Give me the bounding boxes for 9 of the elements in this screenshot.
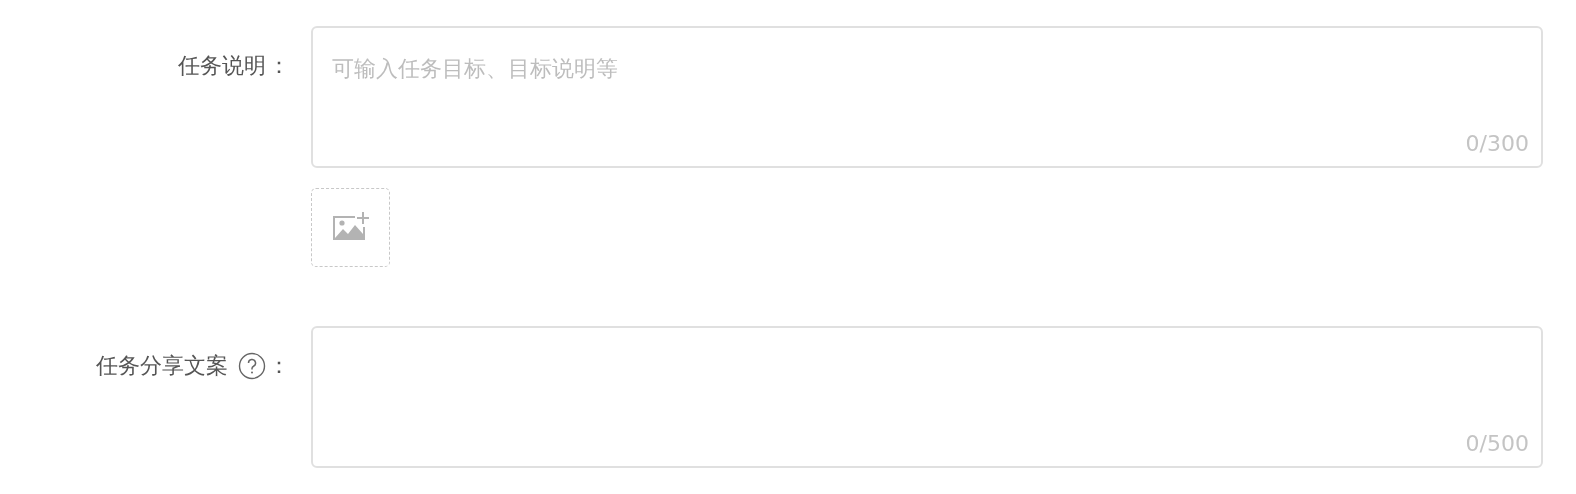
character-counter: 0/300 [1465, 131, 1529, 156]
help-icon[interactable] [238, 352, 266, 380]
label-colon: ： [268, 352, 290, 380]
label-colon: ： [268, 52, 290, 80]
text-area-field[interactable] [311, 326, 1543, 468]
field-label: 任务分享文案 [96, 352, 228, 380]
character-counter: 0/500 [1465, 431, 1529, 456]
field-label: 任务说明 [178, 52, 266, 80]
image-upload-button[interactable] [311, 188, 390, 267]
